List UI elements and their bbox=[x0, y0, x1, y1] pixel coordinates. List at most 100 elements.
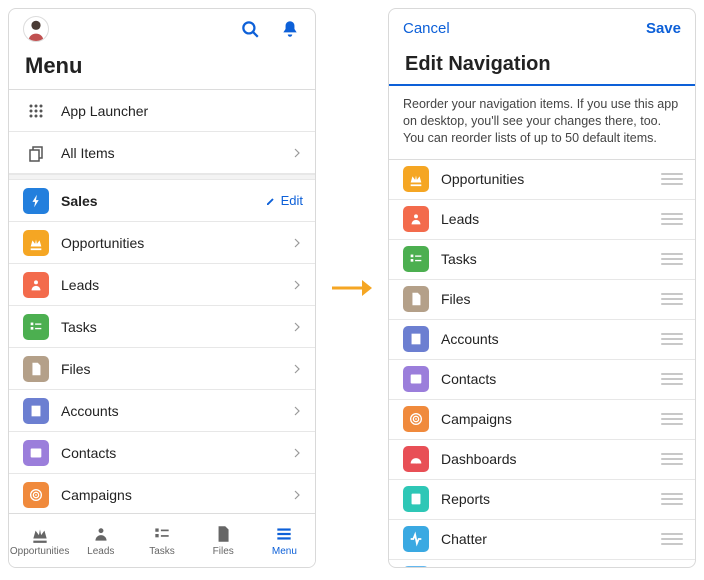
building-icon bbox=[23, 398, 49, 424]
drag-handle-icon[interactable] bbox=[661, 493, 683, 505]
row-label: Files bbox=[61, 361, 291, 377]
row-label: Files bbox=[441, 291, 661, 307]
search-icon[interactable] bbox=[239, 18, 261, 40]
tab-bar: Opportunities Leads Tasks Files Menu bbox=[9, 513, 315, 567]
checklist-icon bbox=[403, 246, 429, 272]
tab-menu[interactable]: Menu bbox=[254, 514, 315, 567]
pencil-icon bbox=[265, 195, 277, 207]
reorder-row-chatter[interactable]: Chatter bbox=[389, 520, 695, 560]
crown-icon bbox=[403, 166, 429, 192]
chevron-right-icon bbox=[291, 146, 303, 160]
drag-handle-icon[interactable] bbox=[661, 533, 683, 545]
row-label: Tasks bbox=[61, 319, 291, 335]
tab-leads[interactable]: Leads bbox=[70, 514, 131, 567]
pulse-icon bbox=[403, 526, 429, 552]
tab-label: Opportunities bbox=[10, 546, 69, 557]
star-person-icon bbox=[403, 206, 429, 232]
row-label: Opportunities bbox=[441, 171, 661, 187]
row-label: Reports bbox=[441, 491, 661, 507]
nav-bar: Cancel Save bbox=[389, 9, 695, 47]
reorder-row-reports[interactable]: Reports bbox=[389, 480, 695, 520]
edit-link[interactable]: Edit bbox=[265, 193, 303, 208]
star-person-icon bbox=[91, 524, 111, 544]
menu-screen: Menu App Launcher All Items Sales Edit bbox=[8, 8, 316, 568]
drag-handle-icon[interactable] bbox=[661, 333, 683, 345]
row-label: Campaigns bbox=[441, 411, 661, 427]
tab-files[interactable]: Files bbox=[193, 514, 254, 567]
gauge-icon bbox=[403, 446, 429, 472]
row-label: Accounts bbox=[441, 331, 661, 347]
checklist-icon bbox=[23, 314, 49, 340]
drag-handle-icon[interactable] bbox=[661, 253, 683, 265]
row-campaigns[interactable]: Campaigns bbox=[9, 474, 315, 513]
tab-label: Files bbox=[213, 546, 234, 557]
menu-list: App Launcher All Items Sales Edit Opport… bbox=[9, 90, 315, 513]
row-label: Accounts bbox=[61, 403, 291, 419]
page-title: Edit Navigation bbox=[389, 47, 695, 86]
arrow-icon bbox=[330, 276, 374, 300]
reorder-row-leads[interactable]: Leads bbox=[389, 200, 695, 240]
crown-icon bbox=[30, 524, 50, 544]
reorder-row-groups[interactable]: Groups bbox=[389, 560, 695, 567]
row-label: App Launcher bbox=[61, 103, 303, 119]
tab-label: Tasks bbox=[149, 546, 175, 557]
sales-icon bbox=[23, 188, 49, 214]
edit-label: Edit bbox=[281, 193, 303, 208]
tab-tasks[interactable]: Tasks bbox=[131, 514, 192, 567]
cancel-button[interactable]: Cancel bbox=[403, 20, 450, 37]
row-files[interactable]: Files bbox=[9, 348, 315, 390]
drag-handle-icon[interactable] bbox=[661, 373, 683, 385]
contact-icon bbox=[23, 440, 49, 466]
chevron-right-icon bbox=[291, 362, 303, 376]
app-launcher-icon bbox=[23, 98, 49, 124]
row-opportunities[interactable]: Opportunities bbox=[9, 222, 315, 264]
row-label: All Items bbox=[61, 145, 291, 161]
reorder-row-tasks[interactable]: Tasks bbox=[389, 240, 695, 280]
building-icon bbox=[403, 326, 429, 352]
save-button[interactable]: Save bbox=[646, 20, 681, 37]
reorder-row-campaigns[interactable]: Campaigns bbox=[389, 400, 695, 440]
reorder-row-contacts[interactable]: Contacts bbox=[389, 360, 695, 400]
tab-label: Leads bbox=[87, 546, 114, 557]
instructions-text: Reorder your navigation items. If you us… bbox=[389, 86, 695, 159]
doc-icon bbox=[23, 356, 49, 382]
menu-icon bbox=[274, 524, 294, 544]
row-all-items[interactable]: All Items bbox=[9, 132, 315, 174]
row-label: Campaigns bbox=[61, 487, 291, 503]
reorder-row-dashboards[interactable]: Dashboards bbox=[389, 440, 695, 480]
row-accounts[interactable]: Accounts bbox=[9, 390, 315, 432]
reorder-row-files[interactable]: Files bbox=[389, 280, 695, 320]
tab-label: Menu bbox=[272, 546, 297, 557]
doc-icon bbox=[403, 286, 429, 312]
all-items-icon bbox=[23, 140, 49, 166]
row-label: Chatter bbox=[441, 531, 661, 547]
crown-icon bbox=[23, 230, 49, 256]
tab-opportunities[interactable]: Opportunities bbox=[9, 514, 70, 567]
chevron-right-icon bbox=[291, 278, 303, 292]
drag-handle-icon[interactable] bbox=[661, 413, 683, 425]
avatar[interactable] bbox=[23, 16, 49, 42]
row-leads[interactable]: Leads bbox=[9, 264, 315, 306]
drag-handle-icon[interactable] bbox=[661, 293, 683, 305]
reorder-row-opportunities[interactable]: Opportunities bbox=[389, 160, 695, 200]
row-contacts[interactable]: Contacts bbox=[9, 432, 315, 474]
reorder-row-accounts[interactable]: Accounts bbox=[389, 320, 695, 360]
row-label: Contacts bbox=[441, 371, 661, 387]
drag-handle-icon[interactable] bbox=[661, 453, 683, 465]
row-tasks[interactable]: Tasks bbox=[9, 306, 315, 348]
target-icon bbox=[403, 406, 429, 432]
chevron-right-icon bbox=[291, 446, 303, 460]
row-label: Opportunities bbox=[61, 235, 291, 251]
row-sales[interactable]: Sales Edit bbox=[9, 180, 315, 222]
drag-handle-icon[interactable] bbox=[661, 213, 683, 225]
row-label: Leads bbox=[441, 211, 661, 227]
row-label: Contacts bbox=[61, 445, 291, 461]
edit-list: Opportunities Leads Tasks Files Accounts… bbox=[389, 160, 695, 567]
row-app-launcher[interactable]: App Launcher bbox=[9, 90, 315, 132]
checklist-icon bbox=[152, 524, 172, 544]
chevron-right-icon bbox=[291, 236, 303, 250]
row-label: Leads bbox=[61, 277, 291, 293]
chevron-right-icon bbox=[291, 404, 303, 418]
drag-handle-icon[interactable] bbox=[661, 173, 683, 185]
notifications-icon[interactable] bbox=[279, 18, 301, 40]
